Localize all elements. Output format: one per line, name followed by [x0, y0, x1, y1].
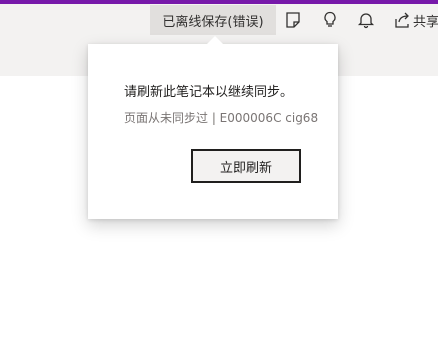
bell-icon[interactable] [355, 9, 377, 31]
sync-error-popup [88, 44, 338, 219]
popup-title: 请刷新此笔记本以继续同步。 [124, 85, 294, 100]
popup-error-detail: 页面从未同步过 | E000006C cig68 [124, 111, 319, 125]
refresh-now-button[interactable]: 立即刷新 [191, 149, 301, 183]
sticky-notes-icon[interactable] [282, 9, 304, 31]
popup-pointer [206, 36, 224, 45]
refresh-now-label: 立即刷新 [219, 160, 272, 176]
lightbulb-icon[interactable] [319, 9, 341, 31]
sync-status-label: 已离线保存(错误) [162, 14, 264, 30]
share-button-label[interactable]: 共享 [413, 11, 438, 30]
share-icon[interactable] [391, 9, 413, 31]
sync-status-button[interactable]: 已离线保存(错误) [150, 5, 276, 35]
